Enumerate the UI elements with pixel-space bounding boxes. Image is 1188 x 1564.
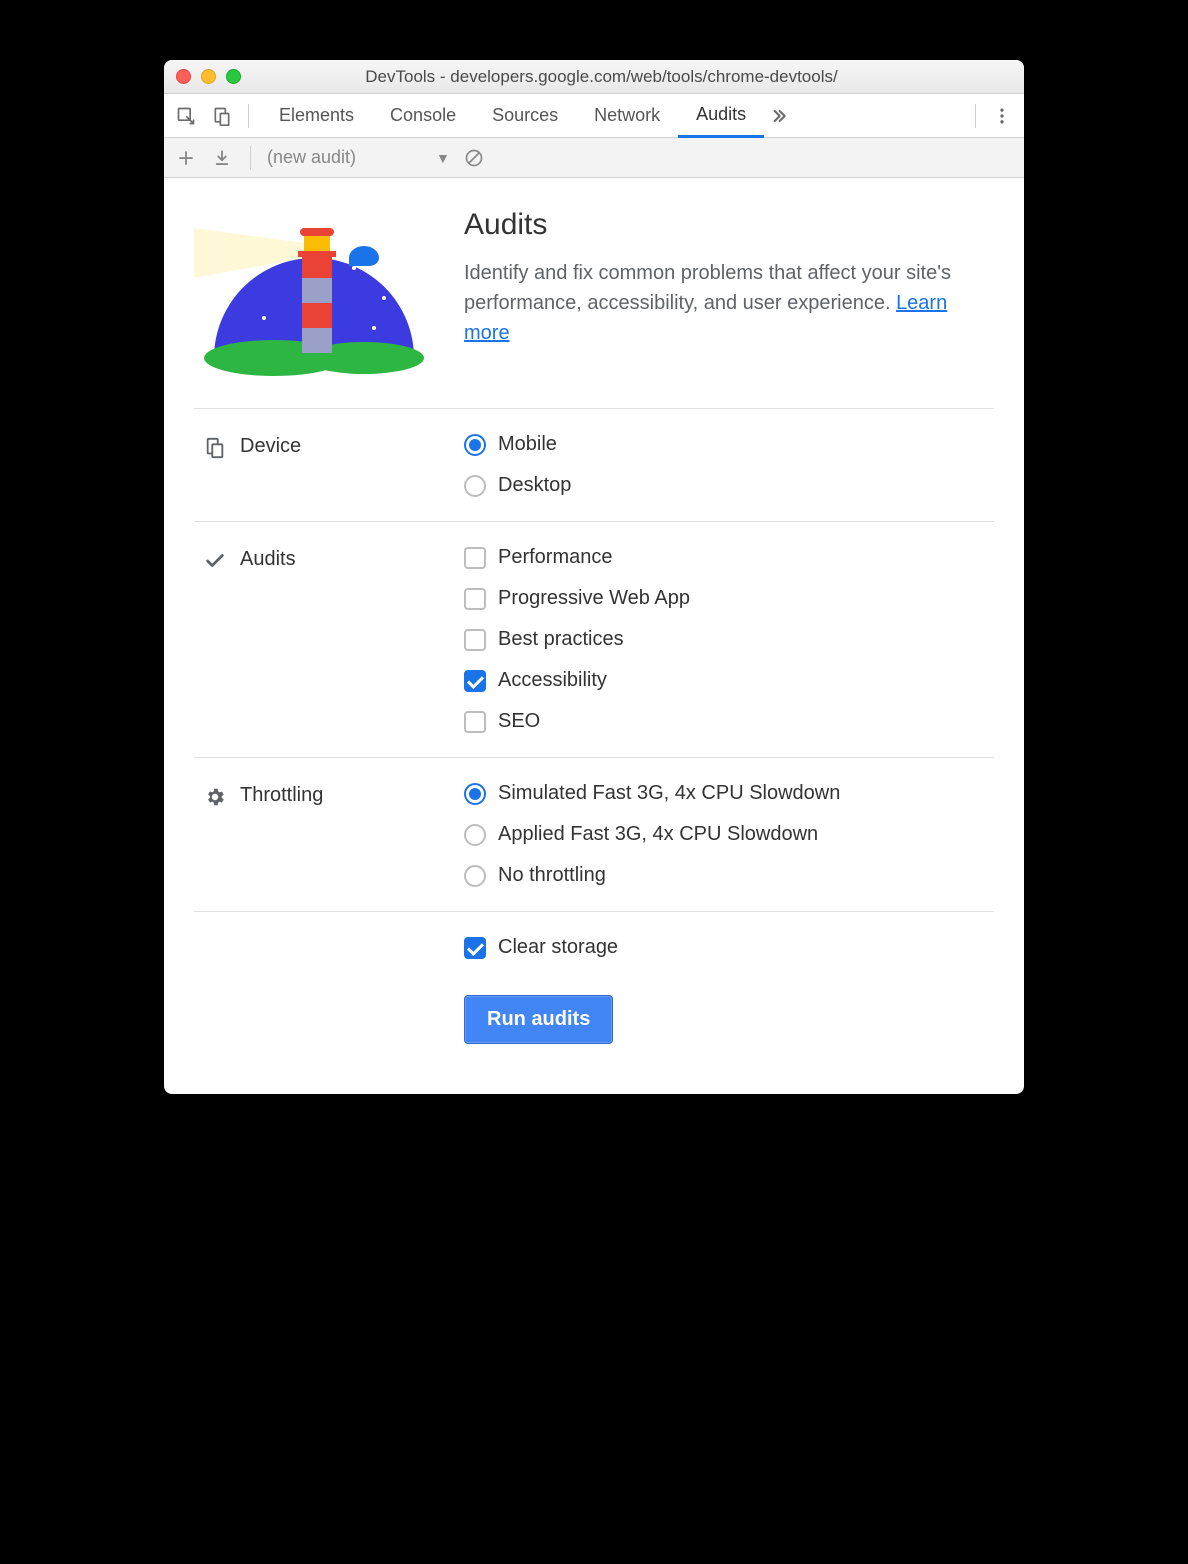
- panel-description: Identify and fix common problems that af…: [464, 258, 994, 348]
- radio-mobile[interactable]: Mobile: [464, 433, 994, 456]
- toggle-device-icon[interactable]: [208, 102, 236, 130]
- audits-section: Audits Performance Progressive Web App B…: [194, 522, 994, 757]
- section-title: Throttling: [240, 784, 323, 807]
- radio-icon: [464, 783, 486, 805]
- tab-elements[interactable]: Elements: [261, 94, 372, 138]
- option-label: SEO: [498, 710, 540, 733]
- panel-heading: Audits: [464, 208, 994, 242]
- option-label: Performance: [498, 546, 613, 569]
- section-title: Audits: [240, 548, 296, 571]
- audit-dropdown[interactable]: (new audit) ▼: [267, 147, 450, 168]
- option-label: Clear storage: [498, 936, 618, 959]
- maximize-window-button[interactable]: [226, 69, 241, 84]
- section-label-device: Device: [194, 433, 464, 497]
- inspect-element-icon[interactable]: [172, 102, 200, 130]
- checkbox-icon: [464, 711, 486, 733]
- tab-label: Elements: [279, 105, 354, 126]
- checkbox-icon: [464, 588, 486, 610]
- download-icon[interactable]: [210, 146, 234, 170]
- option-label: Applied Fast 3G, 4x CPU Slowdown: [498, 823, 818, 846]
- radio-icon: [464, 434, 486, 456]
- panel-tabs: Elements Console Sources Network Audits: [261, 94, 963, 138]
- run-audits-button[interactable]: Run audits: [464, 995, 613, 1044]
- device-icon: [204, 437, 226, 459]
- radio-no-throttling[interactable]: No throttling: [464, 864, 994, 887]
- divider: [975, 104, 976, 128]
- divider: [250, 146, 251, 170]
- option-label: Desktop: [498, 474, 571, 497]
- radio-icon: [464, 824, 486, 846]
- tab-audits[interactable]: Audits: [678, 94, 764, 138]
- lighthouse-illustration: [194, 208, 434, 378]
- intro-section: Audits Identify and fix common problems …: [194, 208, 994, 408]
- checkbox-pwa[interactable]: Progressive Web App: [464, 587, 994, 610]
- checkbox-seo[interactable]: SEO: [464, 710, 994, 733]
- checkbox-icon: [464, 670, 486, 692]
- clear-icon[interactable]: [462, 146, 486, 170]
- description-text: Identify and fix common problems that af…: [464, 262, 951, 314]
- device-section: Device Mobile Desktop: [194, 409, 994, 521]
- kebab-menu-icon[interactable]: [988, 102, 1016, 130]
- option-label: No throttling: [498, 864, 606, 887]
- section-title: Device: [240, 435, 301, 458]
- divider: [248, 104, 249, 128]
- tab-label: Console: [390, 105, 456, 126]
- tab-label: Sources: [492, 105, 558, 126]
- close-window-button[interactable]: [176, 69, 191, 84]
- gear-icon: [204, 786, 226, 808]
- checkbox-accessibility[interactable]: Accessibility: [464, 669, 994, 692]
- audits-toolbar: (new audit) ▼: [164, 138, 1024, 178]
- radio-desktop[interactable]: Desktop: [464, 474, 994, 497]
- section-label-audits: Audits: [194, 546, 464, 733]
- devtools-window: DevTools - developers.google.com/web/too…: [164, 60, 1024, 1094]
- chevron-down-icon: ▼: [436, 150, 450, 166]
- option-label: Progressive Web App: [498, 587, 690, 610]
- checkbox-icon: [464, 937, 486, 959]
- option-label: Accessibility: [498, 669, 607, 692]
- run-body: Clear storage Run audits: [464, 936, 994, 1044]
- overflow-tabs-icon[interactable]: [764, 102, 792, 130]
- radio-icon: [464, 475, 486, 497]
- radio-icon: [464, 865, 486, 887]
- radio-simulated-3g[interactable]: Simulated Fast 3G, 4x CPU Slowdown: [464, 782, 994, 805]
- tab-sources[interactable]: Sources: [474, 94, 576, 138]
- checkbox-best-practices[interactable]: Best practices: [464, 628, 994, 651]
- option-label: Mobile: [498, 433, 557, 456]
- devtools-tabbar: Elements Console Sources Network Audits: [164, 94, 1024, 138]
- audits-panel: Audits Identify and fix common problems …: [164, 178, 1024, 1094]
- checkmark-icon: [204, 550, 226, 572]
- audit-categories: Performance Progressive Web App Best pra…: [464, 546, 994, 733]
- option-label: Best practices: [498, 628, 624, 651]
- tab-label: Audits: [696, 104, 746, 125]
- section-label-throttling: Throttling: [194, 782, 464, 887]
- throttling-options: Simulated Fast 3G, 4x CPU Slowdown Appli…: [464, 782, 994, 887]
- option-label: Simulated Fast 3G, 4x CPU Slowdown: [498, 782, 840, 805]
- device-options: Mobile Desktop: [464, 433, 994, 497]
- minimize-window-button[interactable]: [201, 69, 216, 84]
- tab-label: Network: [594, 105, 660, 126]
- throttling-section: Throttling Simulated Fast 3G, 4x CPU Slo…: [194, 758, 994, 911]
- intro-text: Audits Identify and fix common problems …: [464, 208, 994, 378]
- checkbox-clear-storage[interactable]: Clear storage: [464, 936, 994, 959]
- titlebar: DevTools - developers.google.com/web/too…: [164, 60, 1024, 94]
- traffic-lights: [176, 69, 241, 84]
- checkbox-performance[interactable]: Performance: [464, 546, 994, 569]
- run-section: Clear storage Run audits: [194, 912, 994, 1054]
- radio-applied-3g[interactable]: Applied Fast 3G, 4x CPU Slowdown: [464, 823, 994, 846]
- checkbox-icon: [464, 547, 486, 569]
- section-label-empty: [194, 936, 464, 1044]
- tab-network[interactable]: Network: [576, 94, 678, 138]
- tab-console[interactable]: Console: [372, 94, 474, 138]
- window-title: DevTools - developers.google.com/web/too…: [241, 67, 962, 87]
- new-audit-icon[interactable]: [174, 146, 198, 170]
- checkbox-icon: [464, 629, 486, 651]
- audit-dropdown-label: (new audit): [267, 147, 356, 168]
